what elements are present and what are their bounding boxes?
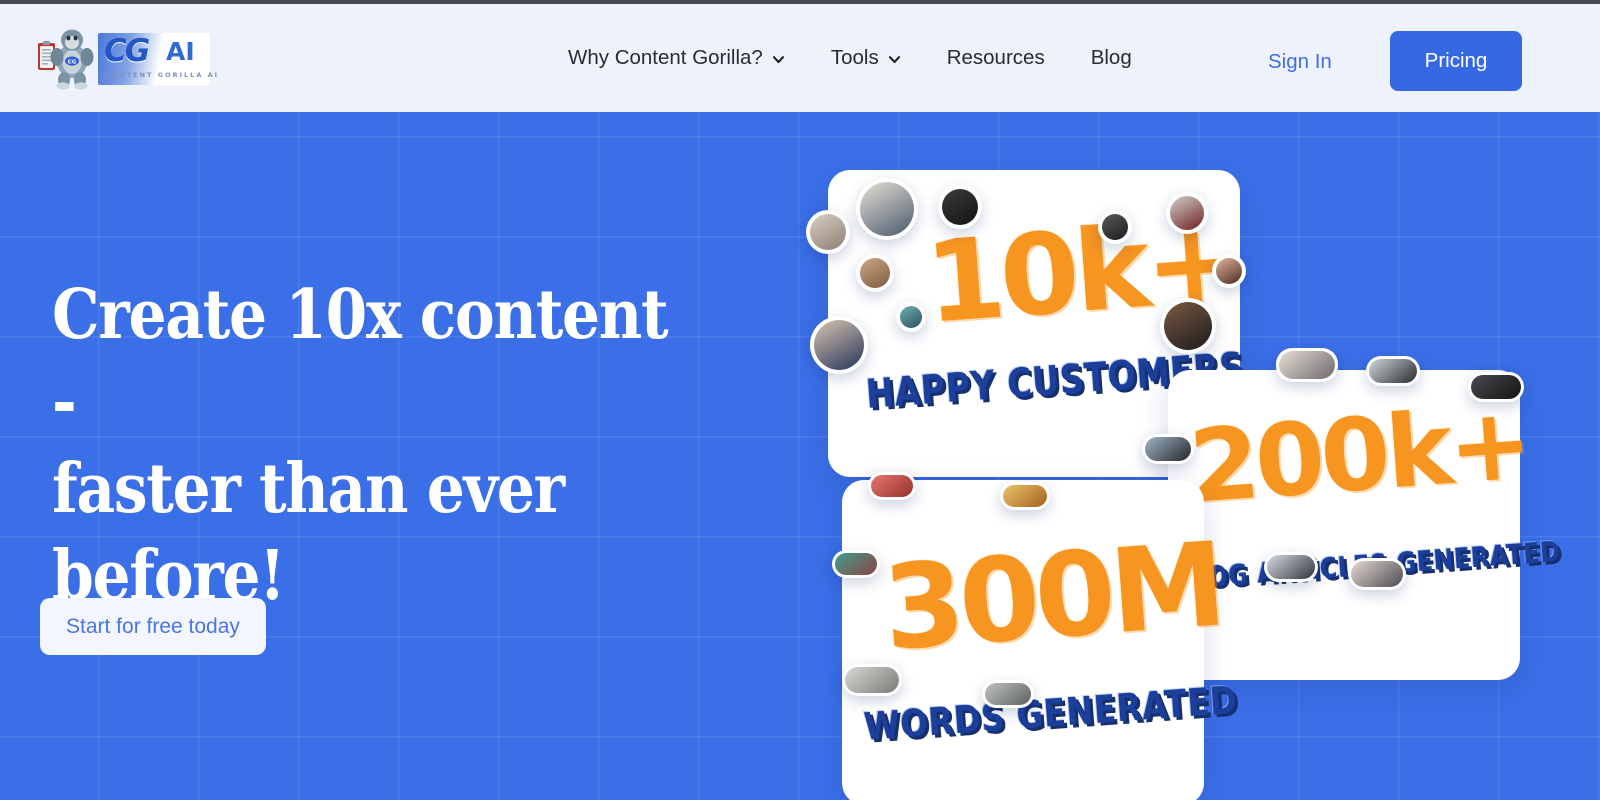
customer-avatar-6 bbox=[810, 316, 868, 374]
nav-item-resources[interactable]: Resources bbox=[947, 46, 1045, 70]
article-thumb-1-photo bbox=[1279, 351, 1335, 379]
customer-avatar-6-photo bbox=[814, 320, 864, 370]
customer-avatar-4 bbox=[856, 254, 894, 292]
article-thumb-2-photo bbox=[1369, 359, 1417, 383]
customer-avatar-9-photo bbox=[1216, 258, 1242, 284]
customer-avatar-5 bbox=[896, 302, 926, 332]
nav-label-why-content-gorilla: Why Content Gorilla? bbox=[568, 46, 763, 69]
word-thumb-1 bbox=[868, 472, 916, 500]
customer-avatar-1 bbox=[806, 210, 850, 254]
sign-in-link[interactable]: Sign In bbox=[1268, 50, 1332, 74]
primary-navigation: Why Content Gorilla? Tools Resources Blo… bbox=[568, 4, 1132, 112]
stat-card-words-generated: 300M WORDS GENERATED bbox=[842, 480, 1239, 800]
customer-avatar-5-photo bbox=[900, 306, 922, 328]
article-thumb-4-photo bbox=[1145, 437, 1191, 461]
article-thumb-5-photo bbox=[1267, 555, 1315, 579]
nav-label-tools: Tools bbox=[830, 46, 879, 69]
site-header: CG CG AI CONTENT GORILLA AI Why Content … bbox=[0, 4, 1600, 112]
article-thumb-6 bbox=[1348, 558, 1406, 590]
word-thumb-1-photo bbox=[871, 475, 913, 497]
wordmark-ai: AI bbox=[166, 37, 195, 66]
brand-wordmark: CG AI CONTENT GORILLA AI bbox=[98, 33, 217, 85]
stat-number-blog-articles: 200k+ bbox=[1185, 384, 1533, 526]
nav-label-resources: Resources bbox=[946, 46, 1045, 69]
nav-item-why-content-gorilla[interactable]: Why Content Gorilla? bbox=[568, 46, 785, 70]
hero-section: Create 10x content - faster than ever be… bbox=[0, 112, 1600, 800]
article-thumb-3 bbox=[1468, 372, 1524, 402]
customer-avatar-2-photo bbox=[860, 182, 914, 236]
wordmark-cg: CG bbox=[104, 33, 150, 69]
article-thumb-6-photo bbox=[1351, 561, 1403, 587]
word-thumb-2 bbox=[1000, 482, 1050, 510]
customer-avatar-3 bbox=[938, 185, 982, 229]
nav-item-tools[interactable]: Tools bbox=[831, 46, 901, 70]
customer-avatar-7 bbox=[1098, 210, 1132, 244]
browser-chrome-strip bbox=[0, 0, 1600, 4]
word-thumb-4 bbox=[842, 664, 902, 696]
customer-avatar-8-photo bbox=[1170, 196, 1204, 230]
word-thumb-5 bbox=[982, 680, 1034, 708]
stat-label-words-generated: WORDS GENERATED bbox=[862, 677, 1239, 749]
customer-avatar-1-photo bbox=[810, 214, 846, 250]
customer-avatar-8 bbox=[1166, 192, 1208, 234]
chevron-down-icon[interactable] bbox=[888, 53, 901, 66]
customer-avatar-7-photo bbox=[1102, 214, 1128, 240]
customer-avatar-3-photo bbox=[942, 189, 978, 225]
wordmark-subtitle: CONTENT GORILLA AI bbox=[105, 71, 220, 79]
article-thumb-2 bbox=[1366, 356, 1420, 386]
nav-item-blog[interactable]: Blog bbox=[1091, 46, 1132, 70]
word-thumb-3-photo bbox=[835, 553, 877, 575]
article-thumb-1 bbox=[1276, 348, 1338, 382]
customer-avatar-9 bbox=[1212, 254, 1246, 288]
customer-avatar-10-photo bbox=[1164, 302, 1212, 350]
customer-avatar-2 bbox=[856, 178, 918, 240]
article-thumb-4 bbox=[1142, 434, 1194, 464]
chevron-down-icon[interactable] bbox=[772, 53, 785, 66]
word-thumb-5-photo bbox=[985, 683, 1031, 705]
customer-avatar-4-photo bbox=[860, 258, 890, 288]
customer-avatar-10 bbox=[1160, 298, 1216, 354]
word-thumb-4-photo bbox=[845, 667, 899, 693]
article-thumb-3-photo bbox=[1471, 375, 1521, 399]
nav-label-blog: Blog bbox=[1090, 46, 1132, 69]
svg-text:CG: CG bbox=[68, 59, 77, 65]
word-thumb-3 bbox=[832, 550, 880, 578]
gorilla-robot-icon: CG bbox=[36, 27, 102, 91]
article-thumb-5 bbox=[1264, 552, 1318, 582]
pricing-button[interactable]: Pricing bbox=[1390, 31, 1522, 91]
word-thumb-2-photo bbox=[1003, 485, 1047, 507]
stat-card-cluster: 10k+ HAPPY CUSTOMERS 200k+ BLOG ARTICLES… bbox=[0, 112, 1600, 800]
brand-logo[interactable]: CG CG AI CONTENT GORILLA AI bbox=[36, 26, 217, 92]
stat-number-words-generated: 300M bbox=[879, 517, 1226, 677]
